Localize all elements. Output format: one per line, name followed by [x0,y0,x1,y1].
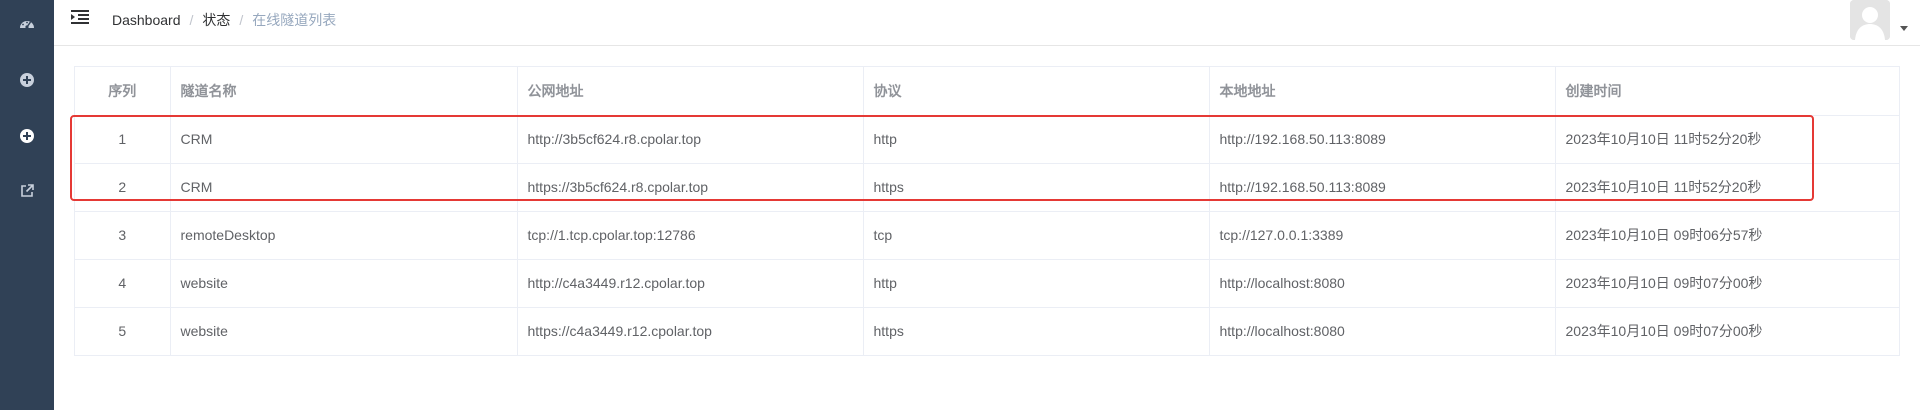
cell-public-url: http://3b5cf624.r8.cpolar.top [517,115,864,164]
cell-index: 1 [75,115,171,164]
cell-name: CRM [170,163,518,212]
cell-index: 5 [75,307,171,355]
cell-local-address: http://192.168.50.113:8089 [1209,115,1556,164]
cell-local-address: tcp://127.0.0.1:3389 [1209,211,1556,260]
cell-created-time: 2023年10月10日 09时07分00秒 [1555,259,1899,308]
breadcrumb-separator: / [239,12,244,28]
cell-protocol: https [863,307,1210,355]
col-header-index: 序列 [75,67,171,116]
cell-name: remoteDesktop [170,211,518,260]
col-header-public-url: 公网地址 [517,67,864,116]
breadcrumb-current: 在线隧道列表 [252,12,337,28]
tunnel-list-icon[interactable] [17,126,37,146]
cell-index: 3 [75,211,171,260]
cell-created-time: 2023年10月10日 11时52分20秒 [1555,163,1899,212]
table-row: 5 website https://c4a3449.r12.cpolar.top… [75,307,1899,355]
cell-created-time: 2023年10月10日 11时52分20秒 [1555,115,1899,164]
col-header-local-address: 本地地址 [1209,67,1556,116]
breadcrumb-dashboard[interactable]: Dashboard [112,12,181,28]
breadcrumb-status[interactable]: 状态 [202,12,230,28]
table-row: 2 CRM https://3b5cf624.r8.cpolar.top htt… [75,163,1899,212]
col-header-created-time: 创建时间 [1555,67,1899,116]
top-navbar: Dashboard / 状态 / 在线隧道列表 [54,0,1920,46]
cell-index: 2 [75,163,171,212]
breadcrumb-separator: / [189,12,194,28]
col-header-name: 隧道名称 [170,67,518,116]
table-row: 3 remoteDesktop tcp://1.tcp.cpolar.top:1… [75,211,1899,260]
cell-local-address: http://localhost:8080 [1209,307,1556,355]
cell-local-address: http://localhost:8080 [1209,259,1556,308]
cell-index: 4 [75,259,171,308]
col-header-protocol: 协议 [863,67,1210,116]
table-row: 1 CRM http://3b5cf624.r8.cpolar.top http… [75,115,1899,164]
tunnel-status-icon[interactable] [17,70,37,90]
cell-protocol: tcp [863,211,1210,260]
cell-local-address: http://192.168.50.113:8089 [1209,163,1556,212]
external-link-icon[interactable] [17,181,37,201]
dashboard-icon[interactable] [17,13,37,33]
cell-name: website [170,259,518,308]
table-header: 序列 隧道名称 公网地址 协议 本地地址 创建时间 [75,67,1899,116]
sidebar [0,0,54,410]
cell-public-url: https://3b5cf624.r8.cpolar.top [517,163,864,212]
cell-name: CRM [170,115,518,164]
cell-protocol: http [863,115,1210,164]
cell-protocol: https [863,163,1210,212]
table-row: 4 website http://c4a3449.r12.cpolar.top … [75,259,1899,308]
menu-toggle-icon[interactable] [71,9,93,29]
cell-public-url: http://c4a3449.r12.cpolar.top [517,259,864,308]
cell-protocol: http [863,259,1210,308]
breadcrumb: Dashboard / 状态 / 在线隧道列表 [112,12,336,28]
caret-down-icon[interactable] [1900,26,1908,31]
cell-created-time: 2023年10月10日 09时07分00秒 [1565,323,1763,340]
cell-created-time: 2023年10月10日 09时06分57秒 [1555,211,1899,260]
cell-public-url: https://c4a3449.r12.cpolar.top [517,307,864,355]
user-avatar[interactable] [1850,0,1890,40]
cell-name: website [170,307,518,355]
cell-public-url: tcp://1.tcp.cpolar.top:12786 [517,211,864,260]
tunnel-table: 序列 隧道名称 公网地址 协议 本地地址 创建时间 1 CRM http://3… [74,66,1900,356]
